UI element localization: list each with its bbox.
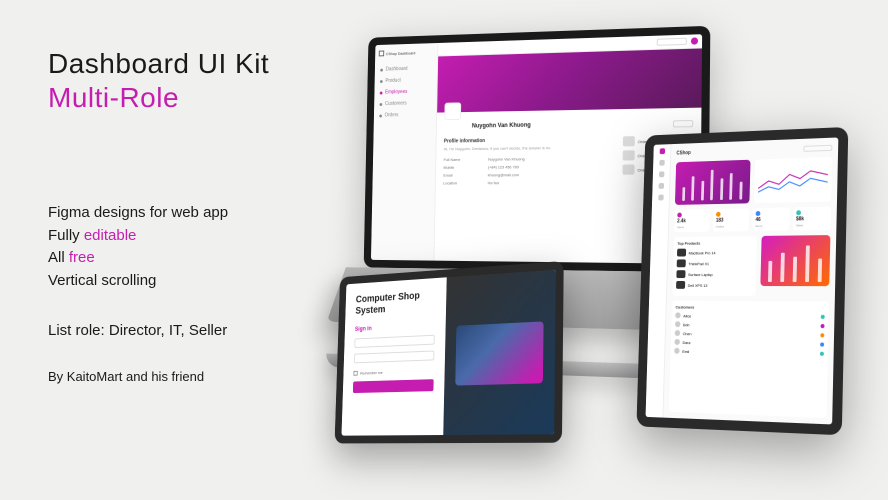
remember-checkbox[interactable] <box>353 371 357 376</box>
lp-search-input[interactable] <box>657 38 687 46</box>
tablet-login-mockup: Computer Shop System Sign in Remember me <box>335 261 564 443</box>
feature-line-4: Vertical scrolling <box>48 270 368 293</box>
lp-profile-name: Nuygohn Van Khuong <box>464 123 538 130</box>
lp-nav-orders[interactable]: Orders <box>377 109 432 122</box>
login-hero-image <box>443 270 556 435</box>
feature-line-2: Fully editable <box>48 225 368 248</box>
t2-list-item[interactable]: MacBook Pro 14 <box>677 248 753 257</box>
headline-title: Dashboard UI Kit <box>48 48 368 80</box>
t2-product-list: Top Products MacBook Pro 14 ThinkPad X1 … <box>672 236 757 296</box>
t2-stat-card: 183Orders <box>713 208 749 231</box>
login-button[interactable] <box>353 379 434 393</box>
tablet2-frame: CShop <box>636 127 848 435</box>
marketing-copy: Dashboard UI Kit Multi-Role Figma design… <box>48 48 368 384</box>
feature-line-1: Figma designs for web app <box>48 202 368 225</box>
lp-logo: CShop Dashboard <box>379 49 434 56</box>
t2-table-row[interactable]: Emil <box>674 348 824 357</box>
lp-user-avatar[interactable] <box>691 37 698 44</box>
t2-list-item[interactable]: Dell XPS 13 <box>676 281 752 289</box>
t2-stat-card: 2.4kUsers <box>674 209 710 232</box>
t2-stat-card: 46Items <box>752 207 789 231</box>
lp-profile-desc: Hi, I'm Nuygohn, Decisions: if you can't… <box>444 144 617 151</box>
t2-stats-row: 2.4kUsers 183Orders 46Items $8kSales <box>674 207 831 233</box>
t2-nav-home-icon[interactable] <box>659 148 664 154</box>
login-title: Computer Shop System <box>355 290 436 318</box>
t2-gradient-chart <box>760 235 830 286</box>
lp-profile-avatar <box>444 102 461 120</box>
tablet-dashboard-mockup: CShop <box>636 127 848 435</box>
credit-line: By KaitoMart and his friend <box>48 369 368 384</box>
feature-list: Figma designs for web app Fully editable… <box>48 202 368 292</box>
t2-nav-icon[interactable] <box>659 160 664 166</box>
tablet1-frame: Computer Shop System Sign in Remember me <box>335 261 564 443</box>
t2-topbar: CShop <box>676 144 832 158</box>
t2-list-item[interactable]: Surface Laptop <box>676 270 752 278</box>
lp-info-row: Mobile(+84) 123 456 789 <box>443 164 616 170</box>
username-input[interactable] <box>354 335 434 348</box>
t2-table-row[interactable]: Dara <box>674 339 824 348</box>
tablet1-screen: Computer Shop System Sign in Remember me <box>341 270 555 436</box>
t2-nav-icon[interactable] <box>659 171 664 177</box>
t2-customer-table: Customers Alice Bob Chen Dara Emil <box>669 301 829 418</box>
roles-line: List role: Director, IT, Seller <box>48 322 368 339</box>
lp-info-row: LocationHa Noi <box>443 180 616 186</box>
t2-nav-icon[interactable] <box>658 195 663 201</box>
t2-nav-icon[interactable] <box>658 183 663 189</box>
t2-list-item[interactable]: ThinkPad X1 <box>677 259 753 267</box>
lp-info-row: Emailkhuong@mail.com <box>443 172 616 178</box>
lp-logo-icon <box>379 51 384 57</box>
headline-subtitle: Multi-Role <box>48 82 368 114</box>
t2-table-row[interactable]: Bob <box>675 321 825 329</box>
t2-table-row[interactable]: Alice <box>675 312 825 320</box>
signin-label: Sign in <box>355 323 435 333</box>
t2-bar-chart <box>675 160 750 205</box>
t2-table-row[interactable]: Chen <box>675 330 825 338</box>
lp-profile-hero <box>437 48 702 112</box>
feature-line-3: All free <box>48 247 368 270</box>
tablet2-screen: CShop <box>646 137 839 424</box>
lp-section-title: Profile information <box>444 136 617 144</box>
t2-line-chart <box>754 157 833 203</box>
remember-me[interactable]: Remember me <box>353 368 434 375</box>
t2-logo: CShop <box>676 150 691 156</box>
password-input[interactable] <box>354 350 435 363</box>
lp-sidebar: CShop Dashboard Dashboard Product Employ… <box>371 43 438 261</box>
t2-stat-card: $8kSales <box>793 207 831 231</box>
lp-info-row: Full NameNuygohn Van Khuong <box>444 156 617 162</box>
login-form: Computer Shop System Sign in Remember me <box>341 277 446 435</box>
t2-main: CShop <box>663 137 838 424</box>
t2-search-input[interactable] <box>803 145 832 152</box>
hero-laptop-image <box>455 321 544 385</box>
